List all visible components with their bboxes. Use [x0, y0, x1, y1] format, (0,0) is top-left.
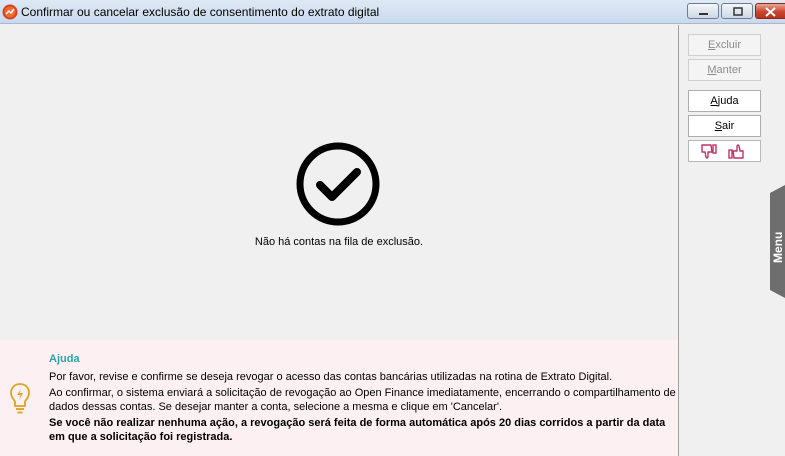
excluir-button[interactable]: Excluir	[688, 34, 761, 56]
thumbs-up-icon[interactable]	[727, 143, 745, 160]
sair-button[interactable]: Sair	[688, 115, 761, 137]
help-title: Ajuda	[49, 353, 80, 365]
window: Confirmar ou cancelar exclusão de consen…	[0, 0, 785, 456]
lightbulb-icon	[10, 383, 30, 414]
empty-queue-message: Não há contas na fila de exclusão.	[254, 236, 424, 248]
minimize-button[interactable]	[687, 3, 719, 19]
close-icon	[765, 7, 776, 17]
feedback-buttons	[688, 140, 761, 162]
menu-tab-label: Menu	[771, 232, 785, 263]
menu-tab-label-wrap: Menu	[771, 232, 785, 263]
main-panel: Não há contas na fila de exclusão.	[0, 25, 678, 340]
minimize-icon	[699, 13, 708, 15]
help-text-line-1: Por favor, revise e confirme se deseja r…	[49, 371, 613, 383]
help-text-line-3: dados dessas contas. Se desejar manter a…	[49, 401, 502, 413]
sair-hotkey: S	[714, 120, 723, 132]
help-text-line-2: Ao confirmar, o sistema enviará a solici…	[49, 387, 676, 399]
title-bar: Confirmar ou cancelar exclusão de consen…	[0, 0, 785, 24]
ajuda-button[interactable]: Ajuda	[688, 90, 761, 112]
ajuda-hotkey: A	[710, 95, 718, 107]
maximize-button[interactable]	[721, 3, 753, 19]
close-button[interactable]	[755, 3, 785, 19]
thumbs-down-icon[interactable]	[700, 143, 718, 160]
help-text-bold: Se você não realizar nenhuma ação, a rev…	[49, 417, 666, 443]
ajuda-label: juda	[717, 95, 739, 107]
check-circle-icon	[296, 142, 380, 226]
app-icon	[2, 4, 18, 20]
manter-hotkey: M	[707, 64, 717, 76]
help-panel: Ajuda Por favor, revise e confirme se de…	[0, 340, 678, 456]
excluir-label: xcluir	[715, 39, 741, 51]
maximize-icon	[733, 7, 743, 16]
window-title: Confirmar ou cancelar exclusão de consen…	[21, 5, 380, 19]
manter-label: anter	[716, 64, 742, 76]
manter-button[interactable]: Manter	[688, 59, 761, 81]
sair-label: air	[722, 120, 735, 132]
